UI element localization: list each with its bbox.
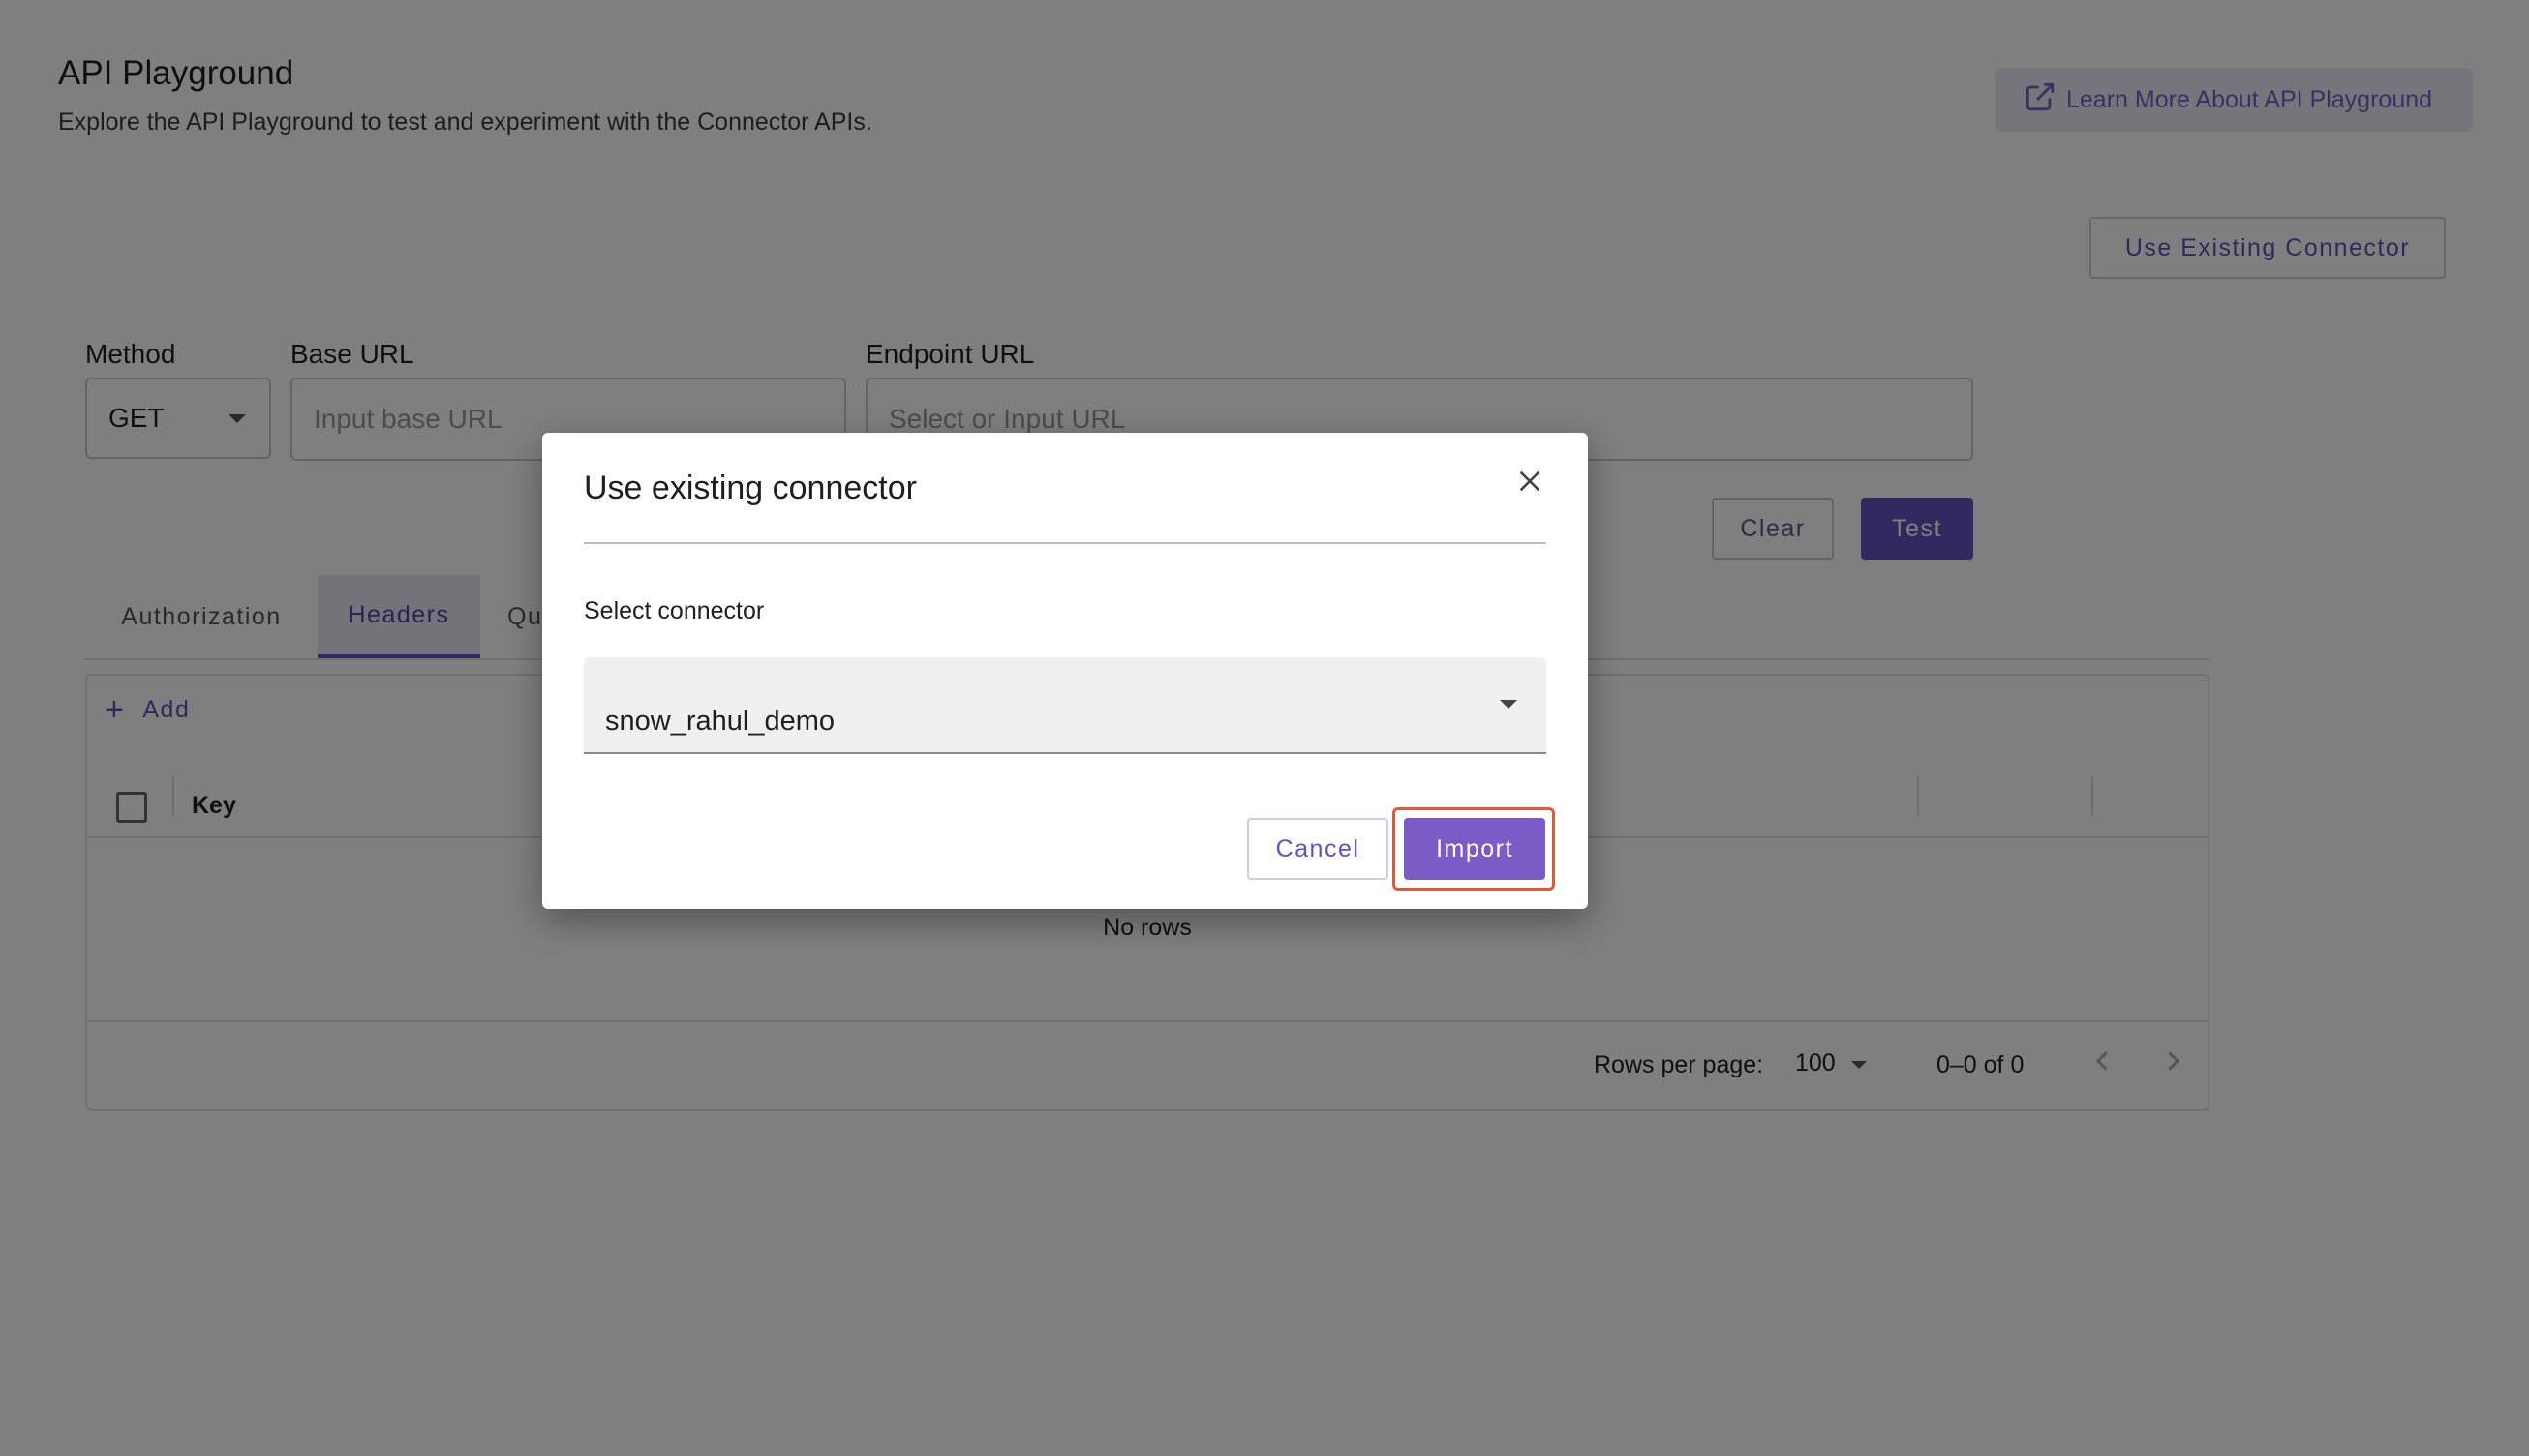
- api-playground-page: API Playground Explore the API Playgroun…: [0, 0, 2529, 1456]
- chevron-down-icon: [1500, 700, 1517, 709]
- connector-select[interactable]: snow_rahul_demo: [584, 657, 1546, 754]
- cancel-button[interactable]: Cancel: [1247, 818, 1388, 880]
- use-existing-connector-dialog: Use existing connector Select connector …: [542, 433, 1588, 909]
- select-connector-label: Select connector: [584, 597, 765, 624]
- connector-select-value: snow_rahul_demo: [605, 706, 835, 737]
- dialog-title: Use existing connector: [584, 470, 917, 506]
- close-button[interactable]: [1510, 462, 1549, 500]
- close-icon: [1519, 470, 1540, 492]
- dialog-divider: [584, 542, 1546, 544]
- import-button[interactable]: Import: [1404, 818, 1545, 880]
